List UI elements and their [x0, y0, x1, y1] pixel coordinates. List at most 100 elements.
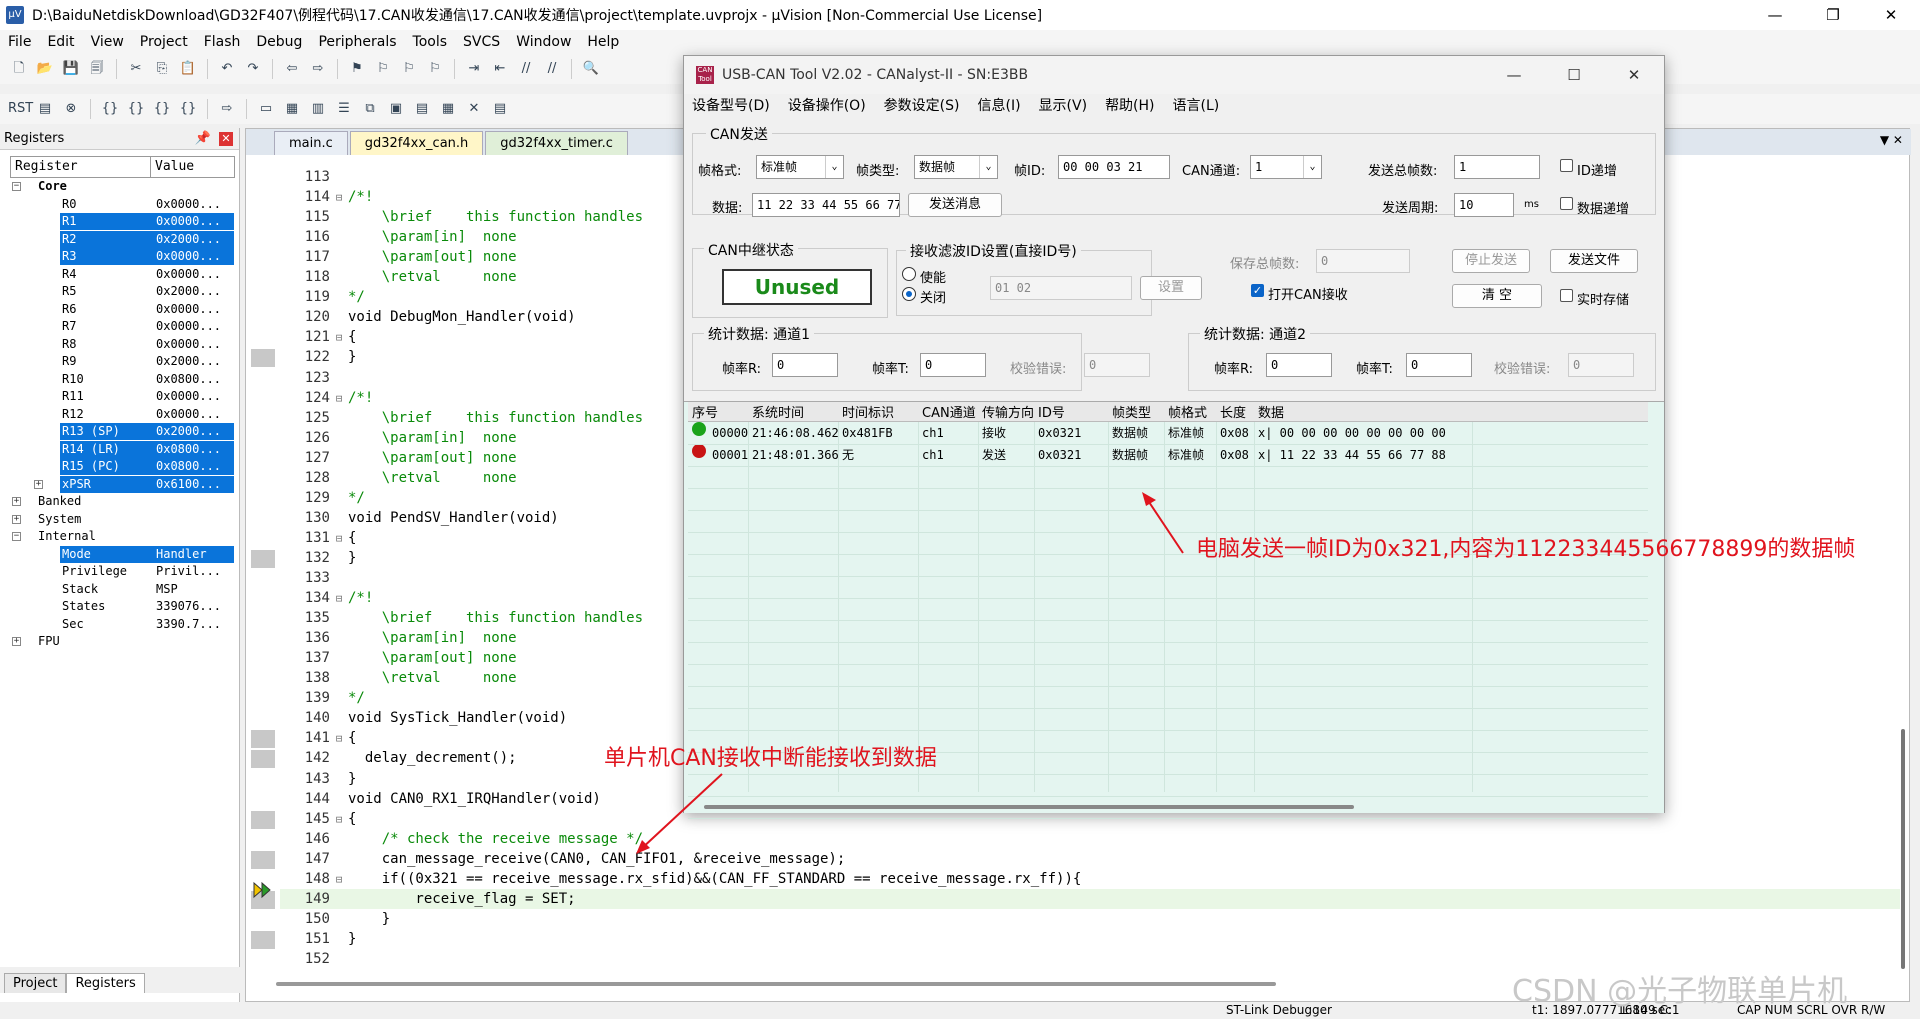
- clear-button[interactable]: 清 空: [1452, 284, 1542, 308]
- executable-line-marker[interactable]: [251, 810, 275, 829]
- step-over-icon[interactable]: {}: [125, 98, 147, 120]
- frame-type-select[interactable]: 数据帧 ⌄: [914, 155, 998, 179]
- register-row[interactable]: Sec 3390.7...: [0, 616, 239, 634]
- menu-window[interactable]: Window: [508, 34, 579, 50]
- code-line[interactable]: 147 can_message_receive(CAN0, CAN_FIFO1,…: [280, 849, 1900, 869]
- filter-disable-radio[interactable]: [902, 287, 916, 301]
- nav-forward-icon[interactable]: ⇨: [307, 58, 329, 80]
- register-row[interactable]: xPSR +0x6100...: [0, 475, 239, 494]
- filter-set-button[interactable]: 设置: [1140, 276, 1202, 300]
- fold-toggle-icon[interactable]: ⊟: [330, 529, 348, 549]
- can-tool-maximize-button[interactable]: ☐: [1544, 56, 1604, 94]
- open-folder-icon[interactable]: 📂: [34, 58, 56, 80]
- menu-tools[interactable]: Tools: [405, 34, 456, 50]
- show-next-statement-icon[interactable]: ⇨: [216, 98, 238, 120]
- fold-toggle-icon[interactable]: ⊟: [330, 328, 348, 348]
- nav-back-icon[interactable]: ⇦: [281, 58, 303, 80]
- register-row[interactable]: Internal −: [0, 528, 239, 546]
- stop-icon[interactable]: ⊗: [60, 98, 82, 120]
- save-all-icon[interactable]: 🗐: [86, 58, 108, 80]
- can-tool-close-button[interactable]: ✕: [1604, 56, 1664, 94]
- tab-main-c[interactable]: main.c: [274, 131, 348, 155]
- cut-icon[interactable]: ✂: [125, 58, 147, 80]
- run-icon[interactable]: ▤: [34, 98, 56, 120]
- ch1-err-input[interactable]: 0: [1084, 353, 1150, 377]
- menu-peripherals[interactable]: Peripherals: [310, 34, 404, 50]
- fold-toggle-icon[interactable]: ⊟: [330, 870, 348, 890]
- run-to-cursor-icon[interactable]: {}: [177, 98, 199, 120]
- data-input[interactable]: 11 22 33 44 55 66 77 88: [752, 193, 900, 217]
- expand-icon[interactable]: +: [12, 497, 21, 506]
- register-row[interactable]: Stack MSP: [0, 581, 239, 599]
- code-line[interactable]: 146 /* check the receive message */: [280, 829, 1900, 849]
- tab-list-icon[interactable]: ▼ ✕: [1880, 133, 1903, 147]
- register-row[interactable]: R1 0x0000...: [0, 213, 239, 231]
- clear-bookmarks-icon[interactable]: ⚐: [424, 58, 446, 80]
- register-row[interactable]: R0 0x0000...: [0, 196, 239, 214]
- tab-gd32f4xx-timer-c[interactable]: gd32f4xx_timer.c: [485, 131, 628, 155]
- col-seq[interactable]: 序号: [692, 402, 718, 421]
- bookmark-icon[interactable]: ⚑: [346, 58, 368, 80]
- menu-edit[interactable]: Edit: [39, 34, 82, 50]
- register-row[interactable]: R12 0x0000...: [0, 406, 239, 424]
- register-row[interactable]: R7 0x0000...: [0, 318, 239, 336]
- code-line[interactable]: 148 ⊟ if((0x321 == receive_message.rx_sfi…: [280, 869, 1900, 889]
- can-table-horizontal-scrollbar[interactable]: [704, 802, 1654, 812]
- register-row[interactable]: Mode Handler: [0, 545, 239, 564]
- realtime-save-checkbox[interactable]: [1560, 289, 1573, 302]
- menu-info[interactable]: 信息(I): [977, 95, 1020, 115]
- close-icon[interactable]: ✕: [219, 132, 233, 146]
- fold-toggle-icon[interactable]: ⊟: [330, 810, 348, 830]
- tab-registers[interactable]: Registers: [66, 973, 145, 993]
- col-length[interactable]: 长度: [1220, 402, 1246, 421]
- menu-flash[interactable]: Flash: [196, 34, 249, 50]
- register-row[interactable]: FPU +: [0, 633, 239, 651]
- symbols-icon[interactable]: ▥: [307, 98, 329, 120]
- table-row[interactable]: 00000 21:46:08.462 0x481FB ch1 接收 0x0321 数据帧 标准…: [688, 422, 1648, 444]
- code-line[interactable]: 149 receive_flag = SET;: [280, 888, 1900, 909]
- col-frame-type[interactable]: 帧类型: [1112, 402, 1151, 421]
- step-out-icon[interactable]: {}: [151, 98, 173, 120]
- register-row[interactable]: Banked +: [0, 493, 239, 511]
- redo-icon[interactable]: ↷: [242, 58, 264, 80]
- minimize-button[interactable]: —: [1746, 0, 1804, 30]
- copy-icon[interactable]: ⎘: [151, 58, 173, 80]
- menu-device-model[interactable]: 设备型号(D): [692, 95, 770, 115]
- period-input[interactable]: 10: [1454, 193, 1514, 217]
- watch-window-icon[interactable]: ▣: [385, 98, 407, 120]
- register-row[interactable]: R8 0x0000...: [0, 336, 239, 354]
- total-send-input[interactable]: 1: [1454, 155, 1540, 179]
- ch2-err-input[interactable]: 0: [1568, 353, 1634, 377]
- register-row[interactable]: R9 0x2000...: [0, 353, 239, 371]
- memory-window-icon[interactable]: ▤: [411, 98, 433, 120]
- ch2-rx-rate-input[interactable]: 0: [1266, 353, 1332, 377]
- collapse-icon[interactable]: −: [12, 182, 21, 191]
- col-time-stamp[interactable]: 时间标识: [842, 402, 894, 421]
- can-tool-minimize-button[interactable]: —: [1484, 56, 1544, 94]
- executable-line-marker[interactable]: [251, 850, 275, 869]
- fold-toggle-icon[interactable]: ⊟: [330, 188, 348, 208]
- register-row[interactable]: R5 0x2000...: [0, 283, 239, 301]
- expand-icon[interactable]: +: [12, 637, 21, 646]
- call-stack-icon[interactable]: ⧉: [359, 98, 381, 120]
- unindent-icon[interactable]: ⇤: [489, 58, 511, 80]
- saved-total-input[interactable]: 0: [1316, 249, 1410, 273]
- maximize-button[interactable]: ❐: [1804, 0, 1862, 30]
- paste-icon[interactable]: 📋: [177, 58, 199, 80]
- table-row[interactable]: 00001 21:48:01.366 无 ch1 发送 0x0321 数据帧 标准帧 0x08 x…: [688, 444, 1648, 466]
- register-row[interactable]: R14 (LR) 0x0800...: [0, 440, 239, 459]
- close-button[interactable]: ✕: [1862, 0, 1920, 30]
- registers-window-icon[interactable]: ☰: [333, 98, 355, 120]
- fold-toggle-icon[interactable]: ⊟: [330, 589, 348, 609]
- code-line[interactable]: 151}: [280, 929, 1900, 949]
- register-row[interactable]: R6 0x0000...: [0, 301, 239, 319]
- reset-icon[interactable]: RST: [8, 98, 33, 120]
- comment-icon[interactable]: //: [515, 58, 537, 80]
- next-bookmark-icon[interactable]: ⚐: [398, 58, 420, 80]
- fold-toggle-icon[interactable]: ⊟: [330, 389, 348, 409]
- uncomment-icon[interactable]: //: [541, 58, 563, 80]
- open-can-recv-checkbox[interactable]: ✓: [1251, 284, 1264, 297]
- find-in-files-icon[interactable]: 🔍: [580, 58, 602, 80]
- register-row[interactable]: Privilege Privil...: [0, 563, 239, 581]
- new-file-icon[interactable]: 🗋: [8, 58, 30, 80]
